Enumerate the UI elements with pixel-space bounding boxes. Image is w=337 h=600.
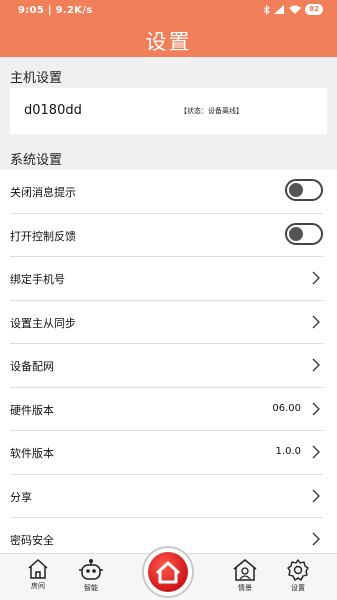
hardware-version-value: 06.00: [272, 402, 301, 414]
home-center-icon: [148, 552, 188, 592]
setting-row-share[interactable]: 分享: [10, 475, 323, 518]
setting-row-software-version[interactable]: 软件版本 1.0.0: [10, 431, 323, 475]
chevron-right-icon: [312, 271, 320, 285]
scene-icon: [233, 559, 257, 581]
bottom-tab-bar: 房间 智能 情景 设置: [0, 546, 337, 600]
signal-icon: [274, 5, 285, 14]
setting-row-hardware-version[interactable]: 硬件版本 06.00: [10, 388, 323, 431]
status-icons: 82: [263, 4, 323, 15]
chevron-right-icon: [312, 489, 320, 502]
page-title: 设置: [145, 30, 192, 54]
chevron-right-icon: [312, 532, 320, 546]
setting-label: 分享: [10, 490, 32, 504]
setting-label: 硬件版本: [10, 403, 54, 417]
wifi-icon: [289, 5, 302, 14]
tab-label: 情景: [238, 584, 252, 592]
house-icon: [28, 558, 48, 579]
setting-label: 设备配网: [10, 360, 54, 373]
tab-label: 设置: [291, 584, 305, 592]
settings-list: 关闭消息提示 打开控制反馈 绑定手机号 设置主从同步 设备配网 硬件版本 06.…: [0, 170, 337, 553]
setting-label: 软件版本: [10, 447, 54, 460]
status-time: 9:05 | 9.2K/s: [18, 5, 93, 16]
chevron-right-icon: [312, 445, 320, 459]
setting-label: 打开控制反馈: [10, 229, 76, 243]
control-feedback-toggle[interactable]: [285, 222, 323, 245]
setting-row-bind-phone[interactable]: 绑定手机号: [10, 257, 323, 301]
toggle-knob: [289, 226, 303, 241]
host-device-id: d0180dd: [24, 103, 82, 118]
tab-label: 智能: [84, 584, 98, 592]
toggle-knob: [289, 183, 303, 197]
gear-icon: [287, 559, 309, 581]
chevron-right-icon: [312, 315, 320, 328]
setting-label: 关闭消息提示: [10, 186, 76, 199]
chevron-right-icon: [312, 358, 320, 372]
robot-icon: [79, 559, 103, 580]
chevron-right-icon: [312, 402, 320, 415]
host-card[interactable]: d0180dd 【状态：设备离线】: [10, 88, 327, 134]
setting-label: 密码安全: [10, 534, 54, 547]
home-center-button[interactable]: [142, 546, 194, 598]
setting-label: 绑定手机号: [10, 273, 65, 286]
system-section-label: 系统设置: [10, 153, 63, 168]
tab-smart[interactable]: 智能: [68, 558, 114, 593]
tab-settings[interactable]: 设置: [275, 558, 321, 593]
status-bar: 9:05 | 9.2K/s 82: [0, 0, 337, 22]
mute-notifications-toggle[interactable]: [285, 179, 323, 201]
tab-rooms[interactable]: 房间: [15, 558, 61, 591]
setting-label: 设置主从同步: [10, 316, 76, 330]
setting-row-device-network[interactable]: 设备配网: [10, 344, 323, 388]
host-section-label: 主机设置: [10, 71, 63, 86]
setting-row-control-feedback: 打开控制反馈: [10, 214, 323, 257]
battery-indicator: 82: [305, 4, 323, 15]
tab-scenes[interactable]: 情景: [222, 558, 268, 593]
setting-row-mute-notifications: 关闭消息提示: [10, 170, 323, 214]
host-status: 【状态：设备离线】: [180, 107, 243, 115]
bluetooth-icon: [263, 4, 271, 15]
header-bar: 9:05 | 9.2K/s 82 设置: [0, 0, 337, 57]
setting-row-master-slave-sync[interactable]: 设置主从同步: [10, 301, 323, 344]
software-version-value: 1.0.0: [275, 446, 301, 457]
tab-label: 房间: [31, 582, 45, 590]
